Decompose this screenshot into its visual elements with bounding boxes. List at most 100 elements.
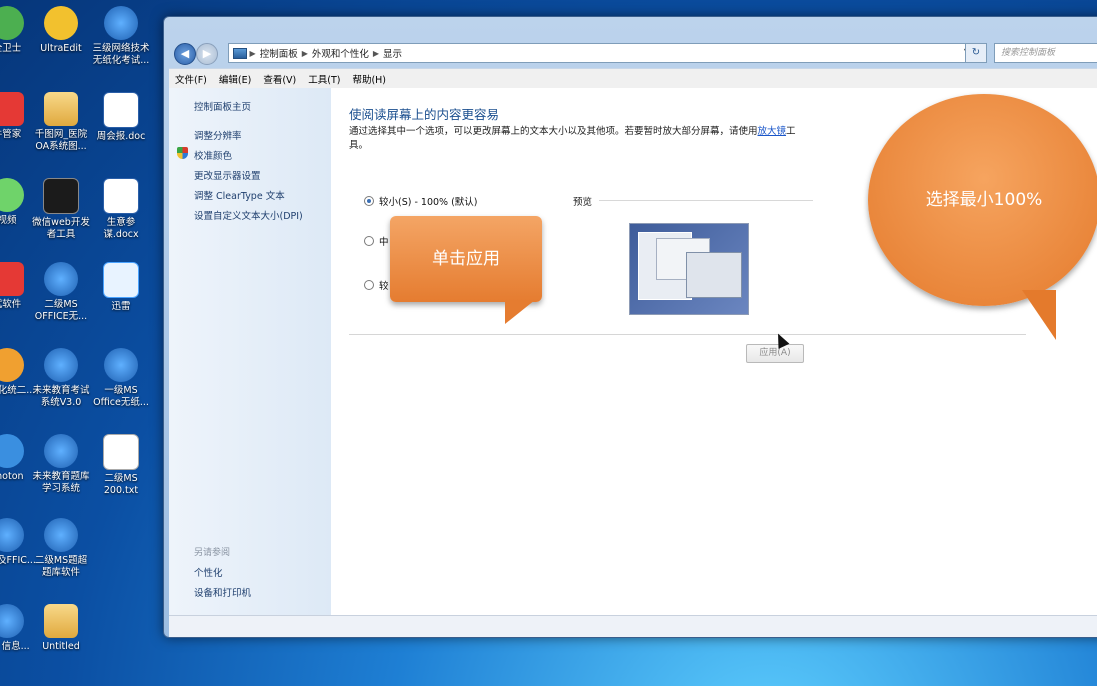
sidebar: 控制面板主页 调整分辨率 校准颜色 更改显示器设置 调整 ClearType 文…: [169, 88, 331, 616]
sidebar-item-devices-printers[interactable]: 设备和打印机: [194, 585, 251, 599]
radio-button[interactable]: [364, 236, 374, 246]
address-bar[interactable]: ▶ 控制面板 ▶ 外观和个性化 ▶ 显示 ▼: [228, 43, 975, 63]
magnifier-link[interactable]: 放大镜: [758, 126, 787, 137]
desktop-icon-manager[interactable]: 件管家: [0, 92, 36, 141]
breadcrumb-appearance[interactable]: 外观和个性化: [312, 46, 369, 60]
page-description: 通过选择其中一个选项，可以更改屏幕上的文本大小以及其他项。若要暂时放大部分屏幕，…: [349, 125, 809, 153]
refresh-button[interactable]: ↻: [965, 43, 987, 63]
desktop-icon-basic[interactable]: 基础及FFIC...: [0, 518, 36, 567]
menu-help[interactable]: 帮助(H): [352, 72, 386, 86]
desktop-icon-label: 二级MS OFFICE无...: [34, 299, 88, 322]
sidebar-item-resolution[interactable]: 调整分辨率: [194, 128, 242, 142]
desktop-icon-ms-bank[interactable]: 二级MS题超题库软件: [32, 518, 90, 579]
option-label: 较: [379, 281, 389, 292]
word-document-icon: [103, 178, 139, 214]
desktop-icon-exam3[interactable]: 三级网络技术无纸化考试...: [92, 6, 150, 67]
divider: [349, 334, 1026, 335]
option-smaller[interactable]: 较小(S) - 100% (默认): [364, 194, 478, 208]
desktop-icon-question-bank[interactable]: 未来教育题库学习系统: [32, 434, 90, 495]
shield-icon: [177, 147, 188, 159]
desktop-icon-ms-info[interactable]: MS 信息...: [0, 604, 36, 653]
folder-icon: [44, 92, 78, 126]
desktop-icon-label: 周会报.doc: [96, 131, 146, 142]
desktop-icon-ms-office2[interactable]: 二级MS OFFICE无...: [32, 262, 90, 323]
exam-app-icon: [44, 262, 78, 296]
desktop-icon-label: 二级MS题超题库软件: [34, 555, 88, 578]
breadcrumb-control-panel[interactable]: 控制面板: [260, 46, 298, 60]
desktop-icon-txt[interactable]: 二级MS 200.txt: [92, 434, 150, 497]
desktop-icon-thunder[interactable]: 迅雷: [92, 262, 150, 313]
exam-app-icon: [44, 518, 78, 552]
menu-view[interactable]: 查看(V): [263, 72, 296, 86]
radio-button-checked[interactable]: [364, 196, 374, 206]
menu-tools[interactable]: 工具(T): [308, 72, 340, 86]
sidebar-item-home[interactable]: 控制面板主页: [194, 99, 251, 113]
search-input[interactable]: 搜索控制面板: [994, 43, 1097, 63]
desktop-icon-label: 千图网_医院OA系统图...: [34, 129, 88, 152]
photon-icon: [0, 434, 24, 468]
menu-file[interactable]: 文件(F): [175, 72, 207, 86]
option-larger[interactable]: 较: [364, 278, 389, 292]
sidebar-item-calibrate[interactable]: 校准颜色: [194, 148, 232, 162]
forward-button[interactable]: ▶: [196, 43, 218, 65]
radio-button[interactable]: [364, 280, 374, 290]
preview-image: [629, 223, 749, 315]
breadcrumb-display[interactable]: 显示: [383, 46, 402, 60]
sidebar-item-display-settings[interactable]: 更改显示器设置: [194, 168, 261, 182]
desktop-icon-paperless[interactable]: 无纸化统二...: [0, 348, 36, 397]
manager-app-icon: [0, 92, 24, 126]
preview-label: 预览: [573, 197, 593, 208]
desktop-icon-label: 一级MS Office无纸...: [93, 385, 149, 408]
desktop-icon-photon[interactable]: Photon: [0, 434, 36, 483]
desktop-icon-label: 无纸化统二...: [0, 385, 36, 396]
callout-apply-hint: 单击应用: [390, 216, 542, 302]
desktop-icon-ultraedit[interactable]: UltraEdit: [32, 6, 90, 55]
description-text: 通过选择其中一个选项，可以更改屏幕上的文本大小以及其他项。若要暂时放大部分屏幕，…: [349, 126, 758, 137]
word-document-icon: [103, 92, 139, 128]
desktop-icon-weekly-doc[interactable]: 周会报.doc: [92, 92, 150, 143]
callout-tail: [1022, 290, 1056, 340]
sidebar-item-dpi[interactable]: 设置自定义文本大小(DPI): [194, 208, 303, 222]
desktop-icon-security[interactable]: 全卫士: [0, 6, 36, 55]
desktop-icon-oa-folder[interactable]: 千图网_医院OA系统图...: [32, 92, 90, 153]
desktop-icon-label: Photon: [0, 471, 24, 482]
option-medium[interactable]: 中: [364, 234, 389, 248]
software-app-icon: [0, 262, 24, 296]
option-label: 中: [379, 237, 389, 248]
ultraedit-icon: [44, 6, 78, 40]
exam-app-icon: [44, 434, 78, 468]
desktop-icon-label: 生意参谋.docx: [103, 217, 139, 240]
folder-icon: [44, 604, 78, 638]
desktop-icon-label: 微信web开发者工具: [32, 217, 90, 240]
exam-app-icon: [0, 604, 24, 638]
apply-button[interactable]: 应用(A): [746, 344, 804, 363]
desktop-icon-wechat-dev[interactable]: 微信web开发者工具: [32, 178, 90, 241]
sidebar-item-cleartype[interactable]: 调整 ClearType 文本: [194, 188, 285, 202]
thunder-icon: [103, 262, 139, 298]
desktop-icon-trial-software[interactable]: 试软件: [0, 262, 36, 311]
desktop-icon-video[interactable]: 视频: [0, 178, 36, 227]
callout-tail: [505, 300, 535, 324]
desktop-icon-untitled[interactable]: Untitled: [32, 604, 90, 653]
status-bar: [169, 615, 1097, 637]
security-app-icon: [0, 6, 24, 40]
desktop-icon-label: 试软件: [0, 299, 22, 310]
see-also-title: 另请参阅: [194, 548, 231, 558]
desktop-icon-label: Untitled: [42, 641, 80, 652]
desktop-icon-label: 二级MS 200.txt: [103, 473, 139, 496]
sidebar-item-personalize[interactable]: 个性化: [194, 565, 223, 579]
breadcrumb-separator-icon: ▶: [301, 48, 308, 58]
desktop-icon-label: 件管家: [0, 129, 22, 140]
desktop-icon-business-doc[interactable]: 生意参谋.docx: [92, 178, 150, 241]
menu-edit[interactable]: 编辑(E): [219, 72, 251, 86]
desktop-icon-label: 全卫士: [0, 43, 22, 54]
option-label: 较小(S) - 100% (默认): [379, 197, 478, 208]
desktop-icon-ms-office1[interactable]: 一级MS Office无纸...: [92, 348, 150, 409]
desktop-icon-label: 视频: [0, 215, 17, 226]
back-button[interactable]: ◀: [174, 43, 196, 65]
address-row: ◀ ▶ ▶ 控制面板 ▶ 外观和个性化 ▶ 显示 ▼ ↻ 搜索控制面板: [170, 41, 1097, 65]
desktop-icon-exam-system[interactable]: 未来教育考试系统V3.0: [32, 348, 90, 409]
control-panel-icon: [233, 47, 247, 59]
desktop-icon-label: 迅雷: [111, 301, 131, 312]
exam-app-icon: [44, 348, 78, 382]
